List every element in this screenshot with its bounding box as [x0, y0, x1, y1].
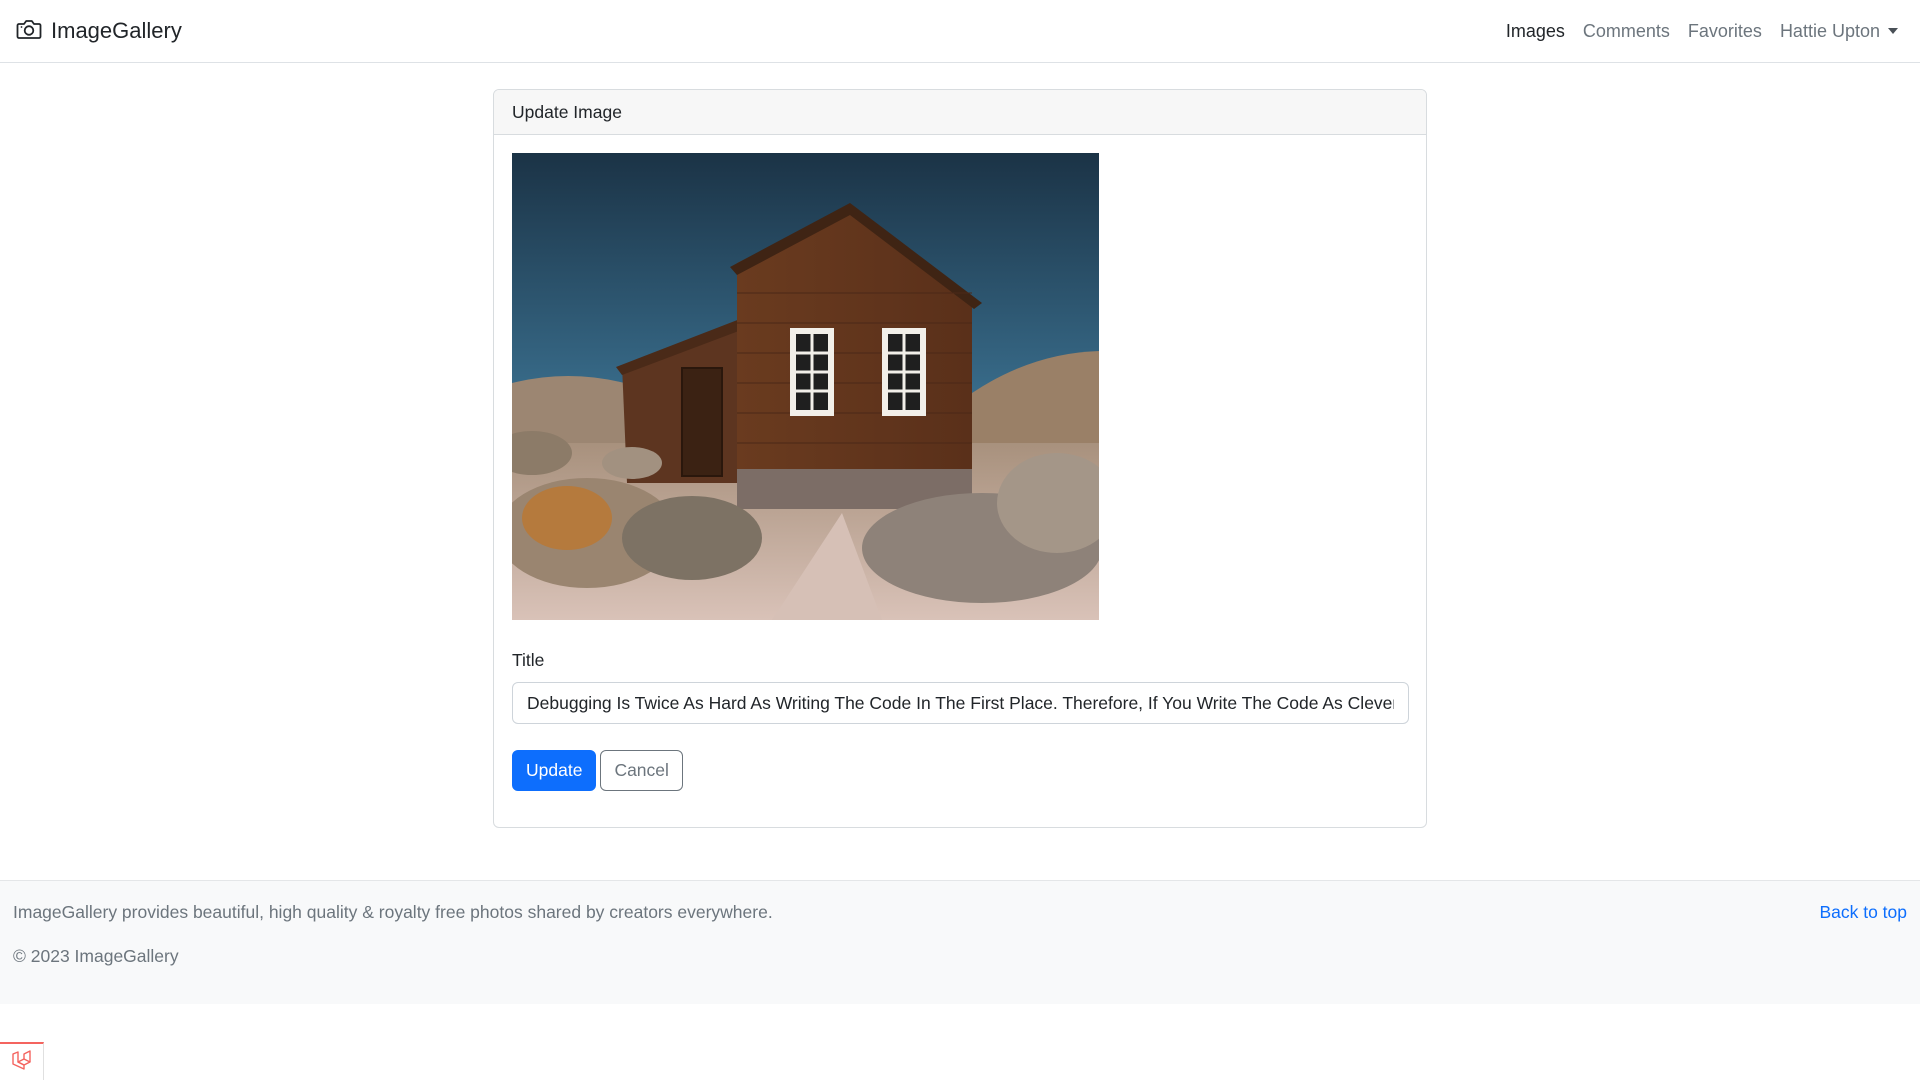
footer-description: ImageGallery provides beautiful, high qu…: [13, 902, 773, 922]
user-name: Hattie Upton: [1779, 20, 1880, 41]
debugbar-toggle[interactable]: [0, 1042, 44, 1080]
nav-links: Images Comments Favorites Hattie Upton: [1488, 21, 1898, 42]
nav-favorites[interactable]: Favorites: [1688, 21, 1762, 42]
card-header: Update Image: [494, 90, 1426, 135]
card-body: Title Update Cancel: [494, 135, 1426, 809]
navbar: ImageGallery Images Comments Favorites H…: [0, 0, 1920, 63]
nav-images[interactable]: Images: [1506, 21, 1565, 42]
caret-down-icon: [1888, 28, 1898, 34]
title-label: Title: [512, 650, 545, 670]
back-to-top-link[interactable]: Back to top: [1819, 902, 1907, 923]
camera-icon: [16, 18, 42, 45]
laravel-icon: [11, 1049, 33, 1075]
image-preview: [512, 153, 1099, 620]
update-button[interactable]: Update: [512, 750, 597, 791]
title-input[interactable]: [512, 682, 1409, 724]
cancel-button[interactable]: Cancel: [600, 750, 683, 791]
user-dropdown[interactable]: Hattie Upton: [1780, 21, 1898, 42]
footer: ImageGallery provides beautiful, high qu…: [0, 880, 1920, 1004]
nav-comments[interactable]: Comments: [1583, 21, 1670, 42]
brand-link[interactable]: ImageGallery: [16, 18, 182, 45]
brand-name: ImageGallery: [51, 18, 182, 43]
footer-copyright: © 2023 ImageGallery: [13, 946, 179, 966]
update-image-card: Update Image Title Debugging Is Twice As…: [493, 89, 1427, 828]
form-actions: Update Cancel: [512, 750, 1408, 791]
